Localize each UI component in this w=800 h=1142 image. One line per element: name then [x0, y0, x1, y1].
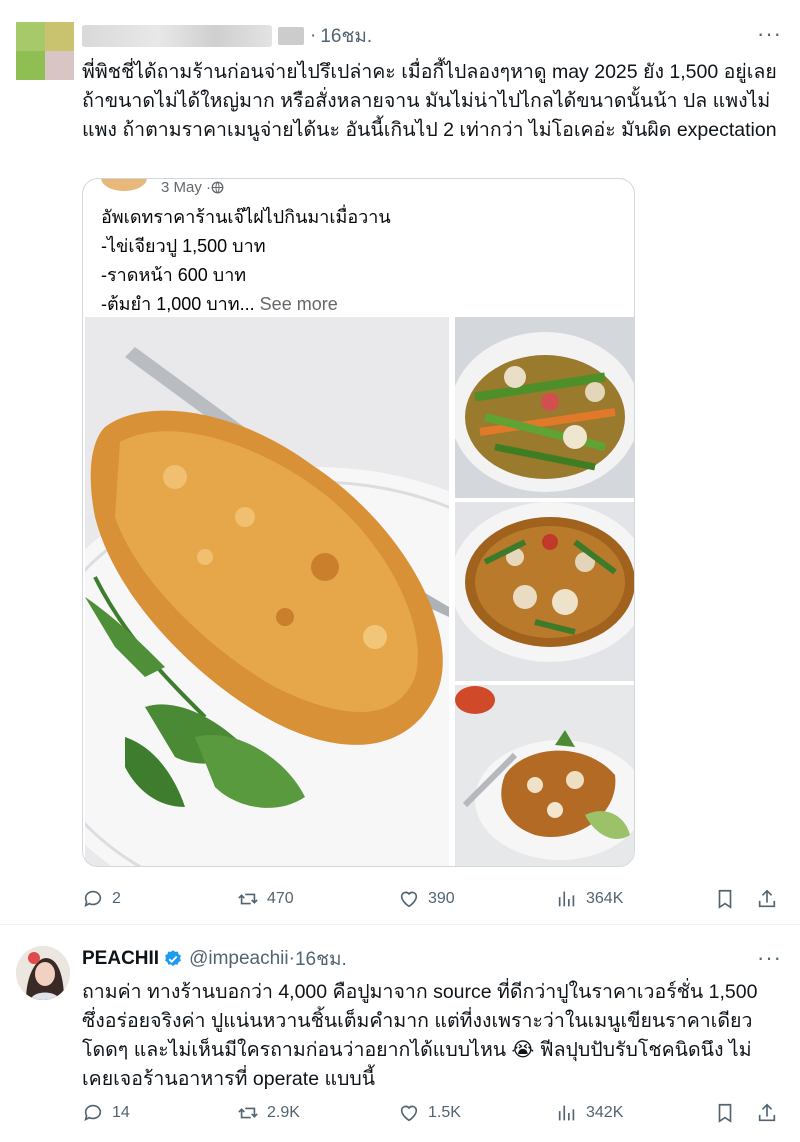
reply-button[interactable]: 2 [82, 884, 121, 914]
action-bar: 2 470 390 364K [82, 884, 782, 914]
quoted-line: -ไข่เจียวปู 1,500 บาท [101, 236, 266, 256]
quoted-line-text: -ต้มยำ 1,000 บาท... [101, 294, 255, 314]
photo-tom-yum[interactable] [455, 502, 634, 681]
crying-face-emoji: 😭 [511, 1039, 535, 1061]
share-button[interactable] [756, 884, 778, 914]
share-icon [758, 889, 776, 908]
display-name[interactable]: PEACHII [82, 948, 159, 970]
views-button[interactable]: 342K [556, 1098, 623, 1128]
user-handle[interactable]: @impeachii [189, 948, 289, 970]
views-count: 364K [586, 890, 624, 907]
repost-icon [238, 1107, 258, 1119]
see-more-link[interactable]: See more [260, 294, 338, 314]
like-button[interactable]: 390 [398, 884, 455, 914]
repost-count: 470 [267, 890, 294, 907]
quoted-avatar [101, 179, 147, 191]
avatar[interactable] [16, 946, 70, 1000]
post-reply-2[interactable]: PEACHII @impeachii · 16ชม. ··· ถามค่า ทา… [0, 926, 800, 1142]
photo-spicy-salad[interactable] [455, 685, 634, 866]
stir-fry-image [455, 317, 634, 498]
reply-icon [84, 1104, 102, 1121]
views-chart-icon [558, 1105, 575, 1121]
like-button[interactable]: 1.5K [398, 1098, 461, 1128]
post-time[interactable]: 16ชม. [295, 944, 347, 974]
verified-badge-icon[interactable] [163, 949, 183, 969]
reply-count: 14 [112, 1104, 130, 1121]
heart-icon [400, 1105, 418, 1122]
bookmark-icon [718, 1103, 732, 1123]
crab-omelette-image [85, 317, 449, 866]
views-chart-icon [558, 891, 575, 907]
like-count: 1.5K [428, 1104, 461, 1121]
bookmark-button[interactable] [714, 1098, 736, 1128]
photo-crab-omelette[interactable] [85, 317, 449, 866]
quoted-line: -ราดหน้า 600 บาท [101, 265, 247, 285]
post-text: ถามค่า ทางร้านบอกว่า 4,000 คือปูมาจาก so… [82, 978, 782, 1094]
quoted-date: 3 May · [161, 178, 212, 196]
embedded-screenshot[interactable]: 3 May · อัพเดทราคาร้านเจ๊ไฝไปกินมาเมื่อว… [82, 178, 635, 867]
post-header: PEACHII @impeachii · 16ชม. [82, 946, 347, 972]
tom-yum-image [455, 502, 634, 681]
post-time[interactable]: 16ชม. [320, 21, 372, 51]
like-count: 390 [428, 890, 455, 907]
post-reply-1[interactable]: · 16ชม. ··· พี่พิชชี่ได้ถามร้านก่อนจ่ายไ… [0, 0, 800, 925]
spicy-salad-image [455, 685, 634, 866]
photo-stir-fry[interactable] [455, 317, 634, 498]
heart-icon [400, 891, 418, 908]
quoted-meta: 3 May · [161, 178, 224, 196]
blurred-handle [278, 27, 304, 45]
share-button[interactable] [756, 1098, 778, 1128]
views-button[interactable]: 364K [556, 884, 623, 914]
blurred-username[interactable] [82, 25, 272, 47]
post-text: พี่พิชชี่ได้ถามร้านก่อนจ่ายไปรึเปล่าคะ เ… [82, 61, 777, 141]
reply-button[interactable]: 14 [82, 1098, 130, 1128]
action-bar: 14 2.9K 1.5K 342K [82, 1098, 782, 1128]
quoted-line-last: -ต้มยำ 1,000 บาท... See more [101, 290, 391, 319]
post-header: · 16ชม. [82, 24, 372, 48]
more-options-icon[interactable]: ··· [757, 23, 782, 45]
quoted-line: อัพเดทราคาร้านเจ๊ไฝไปกินมาเมื่อวาน [101, 207, 391, 227]
quoted-text: อัพเดทราคาร้านเจ๊ไฝไปกินมาเมื่อวาน -ไข่เ… [101, 203, 391, 319]
separator-dot: · [310, 25, 317, 46]
reply-icon [84, 890, 102, 907]
more-options-icon[interactable]: ··· [757, 947, 782, 969]
repost-button[interactable]: 2.9K [237, 1098, 300, 1128]
views-count: 342K [586, 1104, 624, 1121]
reply-count: 2 [112, 890, 121, 907]
profile-picture [16, 946, 70, 1000]
repost-button[interactable]: 470 [237, 884, 294, 914]
bookmark-icon [718, 889, 732, 909]
bookmark-button[interactable] [714, 884, 736, 914]
repost-icon [238, 893, 258, 905]
repost-count: 2.9K [267, 1104, 300, 1121]
share-icon [758, 1103, 776, 1122]
avatar-blurred[interactable] [16, 22, 74, 80]
globe-icon [211, 181, 224, 193]
